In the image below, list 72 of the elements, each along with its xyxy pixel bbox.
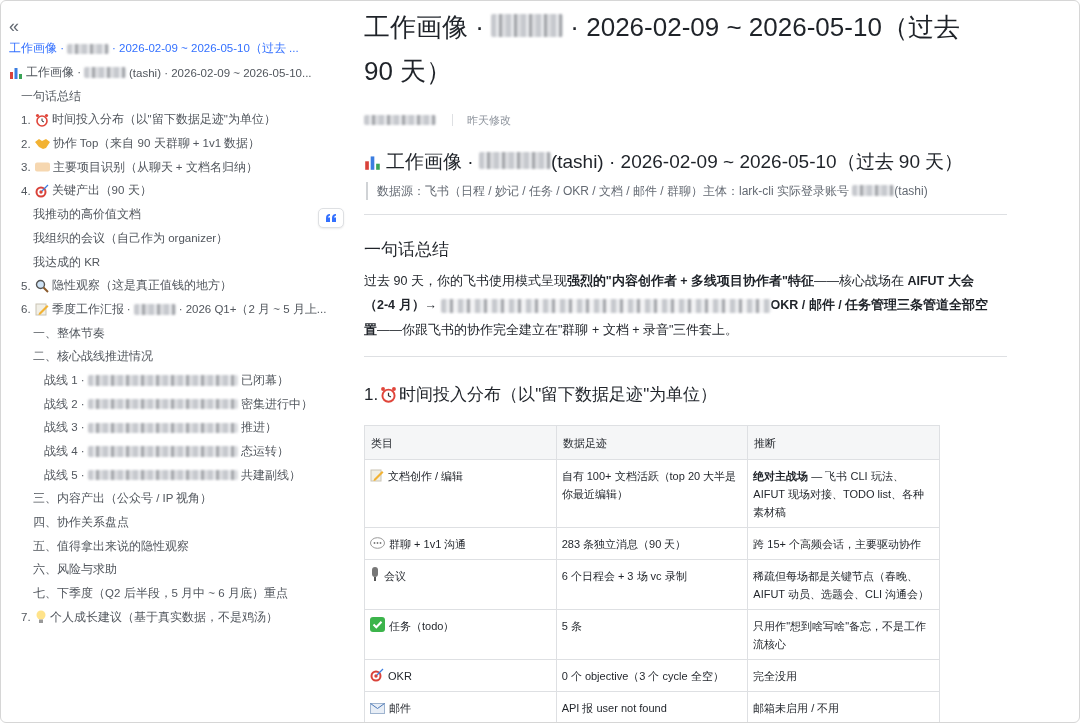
outline-item[interactable]: 1. 时间投入分布（以"留下数据足迹"为单位） [9, 108, 276, 132]
bar-chart-icon [364, 153, 381, 171]
target-icon [370, 667, 384, 682]
label-icon [34, 162, 50, 173]
section-heading: 时间投入分布（以"留下数据足迹"为单位） [399, 383, 718, 406]
outline-item[interactable]: 二、核心战线推进情况 [9, 344, 153, 369]
table-cell: 稀疏但每场都是关键节点（春晚、AIFUT 动员、选题会、CLI 沟通会） [747, 559, 940, 610]
table-cell: 会议 [384, 569, 406, 582]
memo-pencil-icon [370, 467, 384, 482]
outline-item[interactable]: 三、内容产出（公众号 / IP 视角） [9, 487, 213, 511]
column-header: 类目 [364, 425, 557, 460]
table-cell: 0 个 objective（3 个 cycle 全空） [556, 659, 748, 692]
author-name [364, 114, 436, 126]
outline-item[interactable]: 工作画像 · · 2026-02-09 ~ 2026-05-10（过去 ... [9, 37, 299, 61]
table-cell: 自有 100+ 文档活跃（top 20 大半是你最近编辑） [556, 459, 748, 528]
table-cell: 群聊 + 1v1 沟通 [389, 537, 467, 550]
alarm-clock-icon [34, 112, 49, 127]
table-cell: 完全没用 [747, 659, 940, 692]
outline-item[interactable]: 六、风险与求助 [9, 558, 117, 582]
table-cell: 邮件 [389, 701, 411, 714]
quote-icon [325, 214, 337, 222]
modified-time: 昨天修改 [467, 112, 511, 128]
handshake-icon [34, 137, 50, 150]
comment-button[interactable] [318, 208, 344, 228]
table-cell: 跨 15+ 个高频会话，主要驱动协作 [747, 527, 940, 560]
outline-item[interactable]: 我推动的高价值文档 [9, 202, 141, 227]
outline-item[interactable]: 一、整体节奏 [9, 321, 105, 345]
outline-item[interactable]: 四、协作关系盘点 [9, 510, 129, 535]
light-bulb-icon [34, 610, 47, 625]
speech-bubble-icon [370, 536, 385, 550]
outline-item[interactable]: 2. 协作 Top（来自 90 天群聊 + 1v1 数据） [9, 131, 261, 156]
outline-item[interactable]: 五、值得拿出来说的隐性观察 [9, 534, 189, 559]
bar-chart-icon [9, 65, 23, 80]
summary-paragraph: 过去 90 天，你的飞书使用模式呈现强烈的"内容创作者 + 多线项目协作者"特征——核心战场在 AIFUT 大会（2-4 月）→ OKR / 邮件 / 任务管理三条管道全部空置——你跟飞书的协作完全建立在"群聊 + 文档 + 录音"三件套上。 [364, 272, 989, 339]
outline-item[interactable]: 4. 关键产出（90 天） [9, 179, 152, 203]
outline-item[interactable]: 我组织的会议（自己作为 organizer） [9, 226, 229, 251]
alarm-clock-icon [380, 386, 398, 404]
table-cell: 5 条 [556, 609, 748, 660]
outline-item[interactable]: 一句话总结 [9, 84, 81, 109]
outline-item[interactable]: 6. 季度工作汇报 · · 2026 Q1+（2 月 ~ 5 月上... [9, 297, 327, 322]
table-cell: 绝对主战场 — 飞书 CLI 玩法、AIFUT 现场对接、TODO list、各种素材稿 [747, 459, 940, 528]
envelope-icon [370, 702, 385, 714]
table-cell: OKR [388, 669, 412, 682]
microphone-icon [370, 566, 380, 582]
table-cell: 文档创作 / 编辑 [388, 469, 464, 482]
table-cell: 283 条独立消息（90 天） [556, 527, 748, 560]
collapse-sidebar-button[interactable]: « [9, 15, 19, 37]
table-cell: 只用作"想到啥写啥"备忘，不是工作流核心 [747, 609, 940, 660]
outline-item[interactable]: 战线 3 · 推进） [9, 416, 277, 440]
section-number: 1. [364, 383, 379, 406]
section-heading: 工作画像 · (tashi) · 2026-02-09 ~ 2026-05-10（过去 90 天） [386, 150, 964, 174]
table-cell: 6 个日程会 + 3 场 vc 录制 [556, 559, 748, 610]
target-icon [34, 183, 49, 198]
document-title: 工作画像 · · 2026-02-09 ~ 2026-05-10（过去 90 天） [364, 11, 961, 88]
column-header: 数据足迹 [556, 425, 748, 460]
outline-item[interactable]: 我达成的 KR [9, 250, 101, 274]
table-cell: 任务（todo） [389, 619, 455, 632]
quote-text: 数据源：飞书（日程 / 妙记 / 任务 / OKR / 文档 / 邮件 / 群聊）主体：lark-cli 实际登录账号 (tashi) [366, 182, 1014, 200]
outline-item[interactable]: 7. 个人成长建议（基于真实数据，不是鸡汤） [9, 605, 278, 630]
outline-item[interactable]: 5. 隐性观察（这是真正值钱的地方） [9, 273, 232, 298]
check-icon [370, 616, 385, 632]
outline-item[interactable]: 战线 5 · 共建副线） [9, 463, 301, 488]
outline-item[interactable]: 3. 主要项目识别（从聊天 + 文档名归纳） [9, 155, 258, 180]
column-header: 推断 [747, 425, 940, 460]
outline-item[interactable]: 战线 2 · 密集进行中） [9, 392, 313, 416]
outline-item[interactable]: 战线 1 · 已闭幕） [9, 368, 289, 393]
outline-item[interactable]: 战线 4 · 态运转） [9, 439, 289, 464]
section-heading: 一句话总结 [364, 239, 450, 261]
search-icon [34, 278, 49, 293]
outline-item[interactable]: 工作画像 · (tashi) · 2026-02-09 ~ 2026-05-10... [9, 60, 312, 85]
outline-item[interactable]: 七、下季度（Q2 后半段，5 月中 ~ 6 月底）重点 [9, 581, 288, 606]
memo-pencil-icon [34, 302, 49, 317]
